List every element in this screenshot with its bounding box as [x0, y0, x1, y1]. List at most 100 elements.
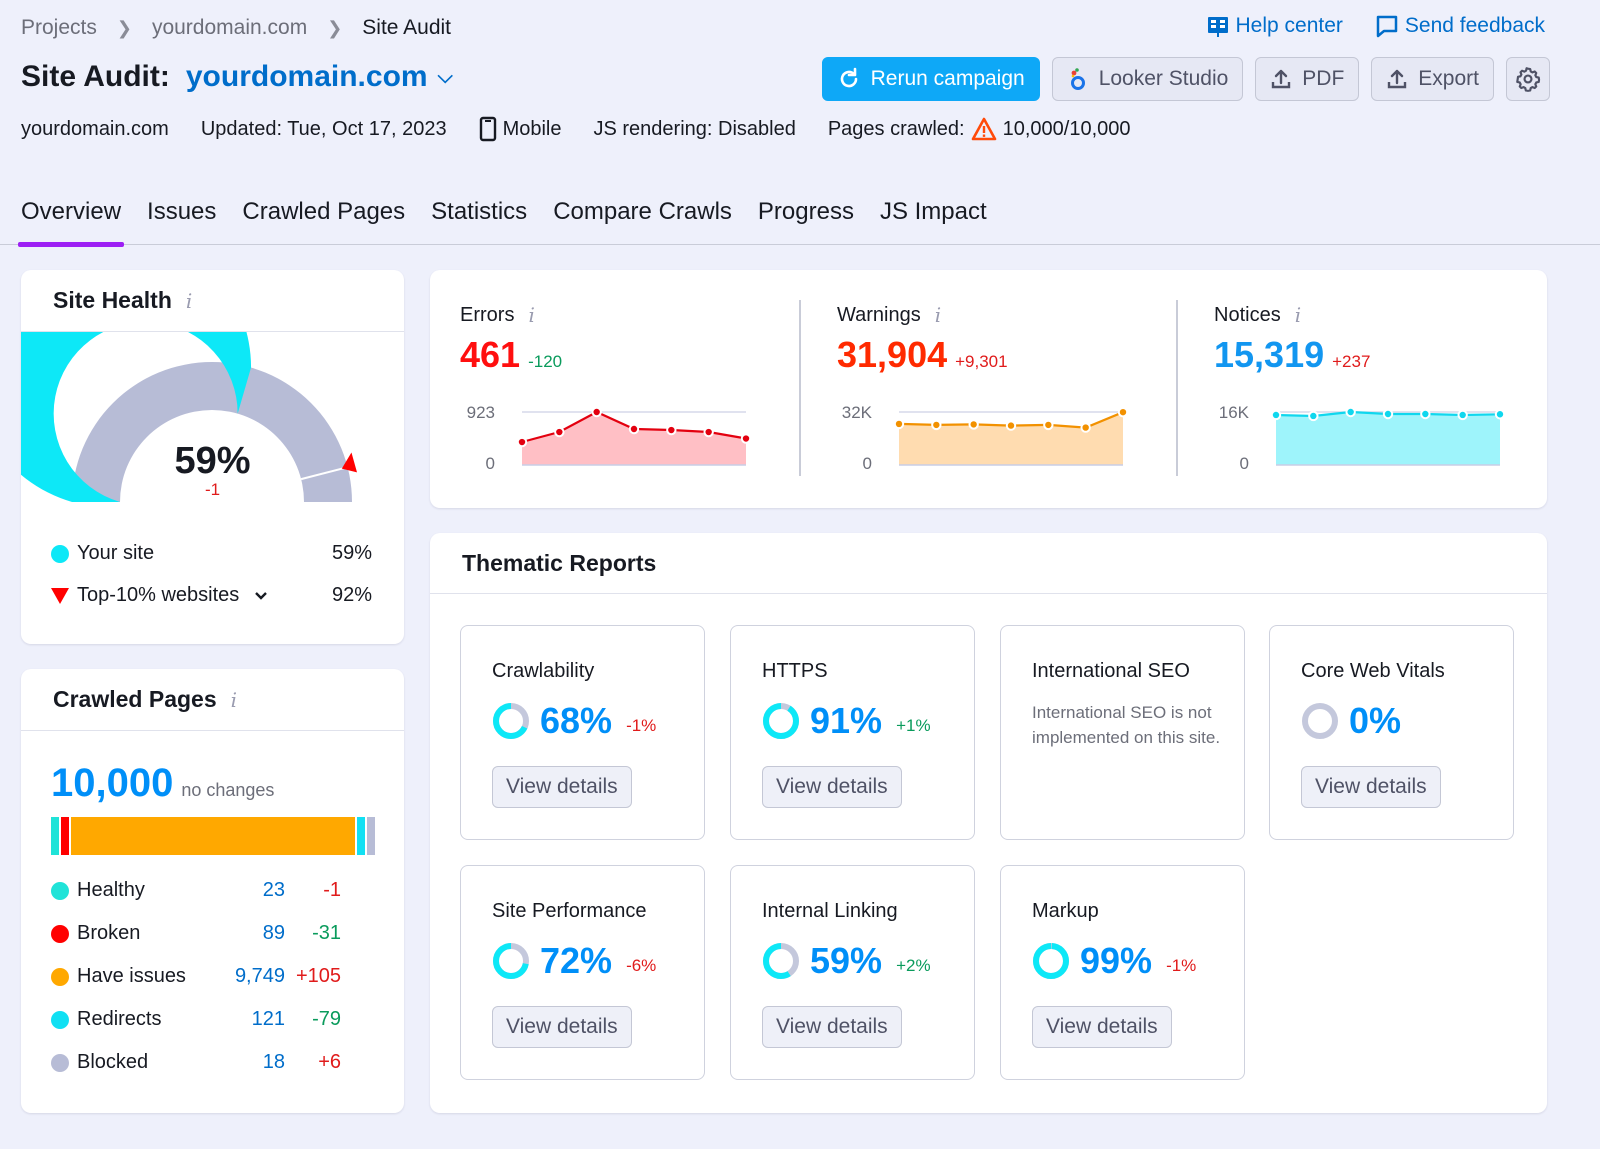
- export-button[interactable]: Export: [1371, 57, 1494, 101]
- meta-domain: yourdomain.com: [21, 117, 169, 140]
- crawled-row-healthy[interactable]: Healthy 23 -1: [51, 879, 341, 902]
- errors-count[interactable]: 461: [460, 334, 520, 376]
- chevron-down-icon[interactable]: [253, 590, 269, 602]
- row-value[interactable]: 89: [215, 922, 285, 945]
- report-card-site-performance: Site Performance 72% -6% View details: [460, 865, 705, 1080]
- report-card-core-web-vitals: Core Web Vitals 0% View details: [1269, 625, 1514, 840]
- crawled-row-redirects[interactable]: Redirects 121 -79: [51, 1008, 341, 1031]
- book-icon: [1207, 17, 1228, 37]
- view-details-button[interactable]: View details: [1032, 1006, 1172, 1048]
- view-details-button[interactable]: View details: [762, 766, 902, 808]
- refresh-icon: [840, 67, 857, 88]
- pdf-button[interactable]: PDF: [1255, 57, 1360, 101]
- crawled-row-have-issues[interactable]: Have issues 9,749 +105: [51, 965, 341, 988]
- tab-crawled-pages[interactable]: Crawled Pages: [242, 195, 405, 245]
- crawled-stacked-bar: [51, 817, 375, 855]
- bar-segment-redirects[interactable]: [357, 817, 365, 855]
- chat-bubble-icon: [1376, 15, 1398, 38]
- tab-js-impact[interactable]: JS Impact: [880, 195, 987, 245]
- crawled-pages-header: Crawled Pages i: [21, 669, 404, 731]
- tab-issues[interactable]: Issues: [147, 195, 216, 245]
- sparkline-area: [899, 412, 1123, 465]
- view-details-button[interactable]: View details: [492, 1006, 632, 1048]
- report-name[interactable]: Markup: [1032, 900, 1099, 923]
- crawled-pages-title[interactable]: Crawled Pages: [53, 686, 217, 713]
- progress-ring-icon: [493, 943, 529, 979]
- notices-delta: +237: [1332, 352, 1371, 371]
- report-name[interactable]: HTTPS: [762, 660, 828, 683]
- view-details-button[interactable]: View details: [492, 766, 632, 808]
- report-name[interactable]: Core Web Vitals: [1301, 660, 1445, 683]
- row-label: Blocked: [77, 1051, 149, 1073]
- info-icon[interactable]: i: [528, 303, 534, 327]
- upload-icon: [1272, 69, 1291, 89]
- sparkline-point: [931, 419, 942, 431]
- pages-crawled-label: Pages crawled:: [827, 117, 965, 140]
- report-name[interactable]: International SEO: [1032, 660, 1190, 683]
- breadcrumb-projects[interactable]: Projects: [21, 16, 97, 40]
- view-details-button[interactable]: View details: [1301, 766, 1441, 808]
- report-name[interactable]: Crawlability: [492, 660, 594, 683]
- tab-compare-crawls[interactable]: Compare Crawls: [553, 195, 732, 245]
- domain-selector[interactable]: yourdomain.com: [186, 60, 428, 94]
- status-dot-icon: [51, 1010, 69, 1029]
- report-name[interactable]: Internal Linking: [762, 900, 898, 923]
- sparkline-point: [1117, 406, 1129, 418]
- row-value[interactable]: 18: [215, 1051, 285, 1074]
- tab-overview[interactable]: Overview: [17, 195, 125, 247]
- looker-studio-icon: [1070, 68, 1085, 90]
- rerun-campaign-button[interactable]: Rerun campaign: [821, 57, 1040, 101]
- send-feedback-label: Send feedback: [1404, 14, 1545, 37]
- sparkline-point: [740, 433, 752, 444]
- bar-segment-broken[interactable]: [61, 817, 69, 855]
- bar-segment-blocked[interactable]: [367, 817, 375, 855]
- issues-summary-card: Errors i 461 -120 923 0 Warnings i 31,904 +9,301 3…: [430, 270, 1547, 508]
- crawled-pages-card: Crawled Pages i 10,000 no changes Health…: [21, 669, 404, 1113]
- tab-statistics[interactable]: Statistics: [431, 195, 527, 245]
- notices-count[interactable]: 15,319: [1214, 334, 1324, 376]
- title-prefix: Site Audit:: [21, 60, 170, 93]
- tab-progress[interactable]: Progress: [758, 195, 854, 245]
- crawled-row-blocked[interactable]: Blocked 18 +6: [51, 1051, 341, 1074]
- looker-studio-button[interactable]: Looker Studio: [1051, 57, 1244, 101]
- report-delta: -1%: [626, 716, 657, 735]
- issue-summary-warnings: Warnings i 31,904 +9,301 32K 0: [807, 270, 1177, 508]
- row-label: Broken: [77, 922, 141, 944]
- pages-crawled-value: 10,000/10,000: [1002, 117, 1131, 140]
- send-feedback-link[interactable]: Send feedback: [1375, 14, 1545, 38]
- report-name[interactable]: Site Performance: [492, 900, 647, 923]
- warnings-sparkline: 32K 0: [842, 403, 1129, 473]
- red-triangle-icon: [51, 587, 69, 604]
- row-label: Healthy: [77, 879, 145, 901]
- warnings-count[interactable]: 31,904: [837, 334, 947, 376]
- sparkline-point: [1080, 422, 1091, 433]
- help-center-label: Help center: [1235, 14, 1343, 37]
- row-value[interactable]: 9,749: [215, 965, 285, 988]
- chevron-down-icon[interactable]: ⌵: [438, 66, 453, 89]
- errors-delta: -120: [528, 352, 563, 371]
- row-delta: +105: [295, 965, 341, 987]
- sparkline-point: [1494, 409, 1506, 420]
- crawled-total-value[interactable]: 10,000: [51, 761, 173, 806]
- help-center-link[interactable]: Help center: [1206, 14, 1343, 38]
- row-value[interactable]: 23: [215, 879, 285, 902]
- settings-button[interactable]: [1506, 57, 1550, 101]
- sparkline-point: [516, 436, 528, 448]
- info-icon[interactable]: i: [1295, 303, 1301, 327]
- breadcrumb-domain[interactable]: yourdomain.com: [152, 16, 307, 40]
- view-details-button[interactable]: View details: [762, 1006, 902, 1048]
- y-tick-min: 0: [1240, 454, 1249, 473]
- crawled-row-broken[interactable]: Broken 89 -31: [51, 922, 341, 945]
- info-icon[interactable]: i: [186, 289, 192, 313]
- report-card-international-seo: International SEO International SEO is no…: [1000, 625, 1245, 840]
- info-icon[interactable]: i: [935, 303, 941, 327]
- warnings-delta: +9,301: [955, 352, 1008, 371]
- legend-value: 59%: [331, 542, 372, 564]
- bar-segment-have-issues[interactable]: [71, 817, 355, 855]
- row-value[interactable]: 121: [215, 1008, 285, 1031]
- action-bar: Rerun campaign Looker Studio PDF Export: [821, 57, 1550, 101]
- bar-segment-healthy[interactable]: [51, 817, 59, 855]
- meta-device-label: Mobile: [502, 117, 562, 140]
- site-health-card: Site Health i 59% -1 Your site 59% Top-1…: [0, 227, 404, 644]
- info-icon[interactable]: i: [231, 688, 237, 712]
